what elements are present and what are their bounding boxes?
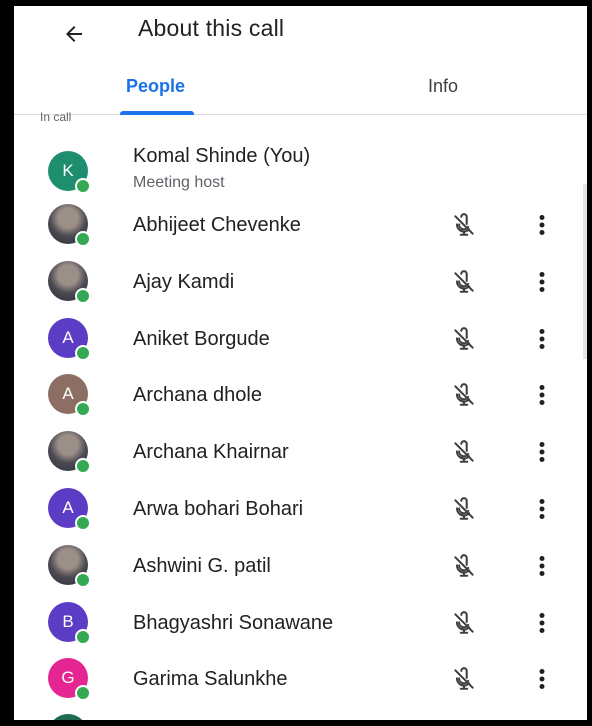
online-indicator — [75, 685, 91, 702]
mic-off-icon[interactable] — [448, 436, 480, 468]
participant-row[interactable]: Abhijeet Chevenke — [14, 197, 587, 254]
avatar — [48, 544, 91, 588]
participant-name: Archana Khairnar — [133, 441, 289, 464]
mic-off-icon[interactable] — [448, 379, 480, 411]
avatar — [48, 204, 91, 247]
tab-info[interactable]: Info — [428, 76, 458, 97]
more-vert-icon — [539, 215, 545, 235]
avatar-initial: K — [62, 161, 74, 180]
more-options-button[interactable] — [530, 436, 554, 468]
online-indicator — [75, 178, 91, 194]
more-vert-icon — [539, 385, 545, 406]
avatar — [48, 260, 91, 304]
participant-name: Garima Salunkhe — [133, 668, 288, 691]
avatar-initial: A — [62, 327, 74, 347]
more-options-button[interactable] — [530, 209, 554, 241]
more-vert-icon — [539, 328, 545, 349]
more-options-button[interactable] — [530, 379, 554, 411]
mic-off-icon[interactable] — [448, 663, 480, 695]
mic-off-icon[interactable] — [448, 550, 480, 582]
participant-row[interactable]: Ashwini G. patil — [14, 538, 587, 595]
more-options-button[interactable] — [530, 663, 554, 695]
participant-name: Ashwini G. patil — [133, 554, 271, 577]
participant-name: Ajay Kamdi — [133, 270, 235, 293]
page-title: About this call — [138, 15, 285, 41]
participant-name: Abhijeet Chevenke — [133, 214, 301, 236]
participant-name: Bhagyashri Sonawane — [133, 611, 334, 634]
avatar-initial: B — [62, 611, 74, 631]
participant-row[interactable]: Ajay Kamdi — [14, 254, 587, 311]
participant-name: Aniket Borgude — [133, 327, 270, 350]
online-indicator — [75, 344, 91, 361]
avatar: A — [48, 488, 91, 531]
more-options-button[interactable] — [530, 323, 554, 355]
tab-people[interactable]: People — [126, 76, 185, 97]
participant-name: Arwa bohari Bohari — [133, 498, 304, 520]
more-vert-icon — [539, 612, 545, 633]
back-button[interactable] — [54, 14, 94, 54]
participant-row-host[interactable]: K Komal Shinde (You) Meeting host — [14, 138, 587, 195]
participant-row[interactable]: B Bhagyashri Sonawane — [14, 595, 587, 652]
mic-off-icon[interactable] — [448, 493, 480, 525]
tab-bar: People Info — [14, 64, 587, 115]
participant-row[interactable]: A Arwa bohari Bohari — [14, 481, 587, 538]
mic-off-icon[interactable] — [448, 323, 480, 355]
more-vert-icon — [539, 271, 545, 292]
more-vert-icon — [539, 555, 545, 576]
avatar — [48, 431, 91, 475]
online-indicator — [75, 231, 91, 247]
mic-off-icon[interactable] — [448, 209, 480, 241]
avatar-initial: G — [61, 668, 75, 688]
more-options-button[interactable] — [530, 493, 554, 525]
avatar: B — [48, 601, 91, 645]
participant-row[interactable]: A Aniket Borgude — [14, 311, 587, 368]
more-options-button[interactable] — [530, 607, 554, 639]
more-vert-icon — [539, 442, 545, 463]
more-options-button[interactable] — [530, 266, 554, 298]
online-indicator — [75, 458, 91, 475]
top-app-bar: About this call — [14, 6, 587, 58]
online-indicator — [75, 287, 91, 304]
online-indicator — [75, 571, 91, 588]
tab-indicator — [120, 111, 194, 115]
participant-row[interactable]: A Archana dhole — [14, 367, 587, 424]
more-options-button[interactable] — [530, 550, 554, 582]
participant-name: Archana dhole — [133, 384, 262, 407]
online-indicator — [75, 401, 91, 418]
call-details-screen: About this call People Info In call K Kom… — [14, 6, 587, 720]
avatar-next-row — [48, 714, 88, 720]
mic-off-icon[interactable] — [448, 266, 480, 298]
avatar: A — [48, 374, 91, 418]
participant-row[interactable]: G Garima Salunkhe — [14, 651, 587, 708]
participant-row[interactable]: Archana Khairnar — [14, 424, 587, 481]
mic-off-icon[interactable] — [448, 607, 480, 639]
arrow-left-icon — [66, 26, 82, 42]
section-label: In call — [40, 110, 72, 122]
participant-name: Komal Shinde (You) — [133, 145, 311, 167]
avatar: K — [48, 151, 91, 194]
avatar: A — [48, 317, 91, 361]
online-indicator — [75, 628, 91, 645]
avatar: G — [48, 658, 91, 702]
more-vert-icon — [539, 669, 545, 690]
participant-role: Meeting host — [133, 174, 225, 191]
avatar-initial: A — [62, 498, 74, 517]
more-vert-icon — [539, 499, 545, 519]
online-indicator — [75, 515, 91, 531]
avatar-initial: A — [62, 384, 74, 404]
